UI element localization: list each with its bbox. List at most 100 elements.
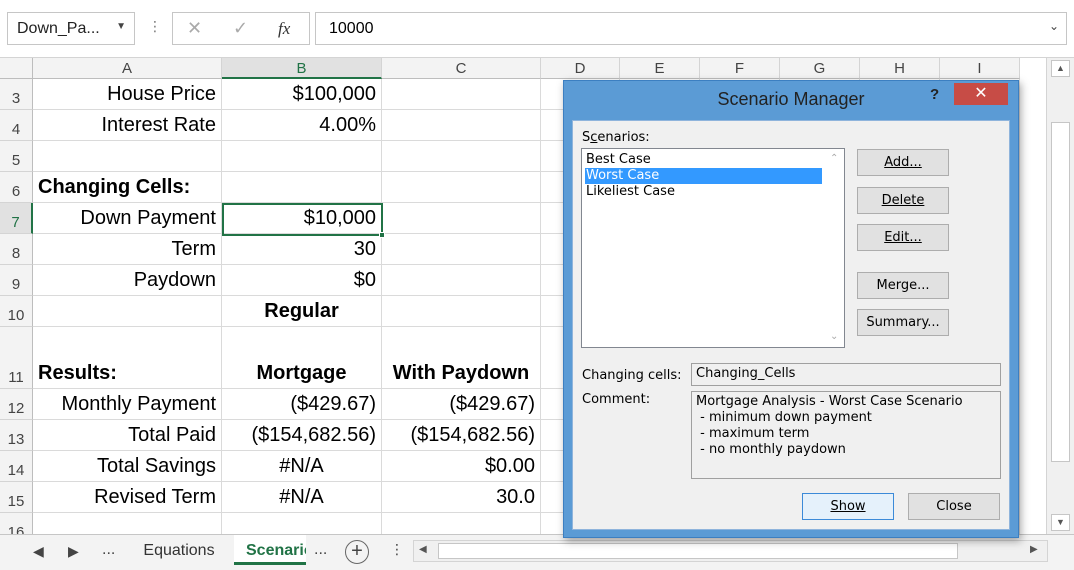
tab-equations[interactable]: Equations — [128, 535, 230, 565]
cell-a8[interactable]: Term — [33, 234, 222, 265]
cell-c14[interactable]: $0.00 — [382, 451, 541, 482]
scroll-down-icon[interactable]: ▼ — [1051, 514, 1070, 531]
merge-button[interactable]: Merge... — [857, 272, 949, 299]
row-header-12[interactable]: 12 — [0, 389, 33, 420]
cell-c9[interactable] — [382, 265, 541, 296]
cell-a11[interactable]: Results: — [33, 327, 222, 389]
cell-c8[interactable] — [382, 234, 541, 265]
cell-c7[interactable] — [382, 203, 541, 234]
cell-a3[interactable]: House Price — [33, 79, 222, 110]
tab-scenario[interactable]: Scenario — [234, 535, 306, 565]
cell-c13[interactable]: ($154,682.56) — [382, 420, 541, 451]
cell-c15[interactable]: 30.0 — [382, 482, 541, 513]
cell-b15[interactable]: #N/A — [222, 482, 382, 513]
show-button[interactable]: Show — [802, 493, 894, 520]
column-header-g[interactable]: G — [780, 58, 860, 79]
cell-b14[interactable]: #N/A — [222, 451, 382, 482]
summary-button[interactable]: Summary... — [857, 309, 949, 336]
tab-splitter-icon[interactable]: ⋮ — [390, 541, 404, 558]
row-header-6[interactable]: 6 — [0, 172, 33, 203]
name-box[interactable]: Down_Pa... ▼ — [7, 12, 135, 45]
chevron-down-icon[interactable]: ▼ — [116, 21, 126, 32]
cell-b12[interactable]: ($429.67) — [222, 389, 382, 420]
cell-b13[interactable]: ($154,682.56) — [222, 420, 382, 451]
more-sheets-right[interactable]: ... — [314, 541, 327, 559]
next-sheet-icon[interactable]: ▶ — [68, 543, 79, 560]
more-icon[interactable]: ⋮ — [148, 18, 162, 35]
cell-b9[interactable]: $0 — [222, 265, 382, 296]
column-header-a[interactable]: A — [33, 58, 222, 79]
delete-button[interactable]: Delete — [857, 187, 949, 214]
scroll-left-icon[interactable]: ◀ — [419, 544, 427, 555]
cell-b10[interactable]: Regular — [222, 296, 382, 327]
scenario-item[interactable]: Best Case — [585, 152, 822, 168]
scroll-up-icon[interactable]: ▲ — [1051, 60, 1070, 77]
cell-b11[interactable]: Mortgage — [222, 327, 382, 389]
comment-field[interactable]: Mortgage Analysis - Worst Case Scenario … — [691, 391, 1001, 479]
cell-a9[interactable]: Paydown — [33, 265, 222, 296]
row-header-7[interactable]: 7 — [0, 203, 33, 234]
column-header-b[interactable]: B — [222, 58, 382, 79]
column-header-c[interactable]: C — [382, 58, 541, 79]
cell-c5[interactable] — [382, 141, 541, 172]
row-header-16[interactable]: 16 — [0, 513, 33, 534]
cancel-icon[interactable]: ✕ — [187, 18, 202, 39]
select-all-corner[interactable] — [0, 58, 33, 79]
cell-a6[interactable]: Changing Cells: — [33, 172, 222, 203]
help-icon[interactable]: ? — [930, 86, 939, 103]
formula-input[interactable]: 10000 ⌄ — [315, 12, 1067, 45]
add-sheet-icon[interactable]: + — [345, 540, 369, 564]
cell-c16[interactable] — [382, 513, 541, 534]
row-header-3[interactable]: 3 — [0, 79, 33, 110]
chevron-down-icon[interactable]: ⌄ — [830, 331, 838, 342]
row-header-13[interactable]: 13 — [0, 420, 33, 451]
add-button[interactable]: Add... — [857, 149, 949, 176]
expand-formula-icon[interactable]: ⌄ — [1049, 19, 1059, 33]
edit-button[interactable]: Edit... — [857, 224, 949, 251]
scenarios-list[interactable]: Best Case Worst Case Likeliest Case ⌃ ⌄ — [581, 148, 845, 348]
more-sheets-left[interactable]: ... — [102, 541, 115, 559]
row-header-4[interactable]: 4 — [0, 110, 33, 141]
chevron-up-icon[interactable]: ⌃ — [830, 153, 838, 164]
cell-b8[interactable]: 30 — [222, 234, 382, 265]
row-header-9[interactable]: 9 — [0, 265, 33, 296]
close-button[interactable]: Close — [908, 493, 1000, 520]
column-header-h[interactable]: H — [860, 58, 940, 79]
cell-a12[interactable]: Monthly Payment — [33, 389, 222, 420]
cell-a7[interactable]: Down Payment — [33, 203, 222, 234]
cell-b5[interactable] — [222, 141, 382, 172]
row-header-15[interactable]: 15 — [0, 482, 33, 513]
cell-a14[interactable]: Total Savings — [33, 451, 222, 482]
fill-handle[interactable] — [379, 232, 385, 238]
enter-icon[interactable]: ✓ — [233, 18, 248, 39]
cell-b3[interactable]: $100,000 — [222, 79, 382, 110]
vertical-scrollbar[interactable]: ▲ ▼ — [1046, 58, 1074, 534]
row-header-10[interactable]: 10 — [0, 296, 33, 327]
cell-a13[interactable]: Total Paid — [33, 420, 222, 451]
scroll-right-icon[interactable]: ▶ — [1030, 544, 1038, 555]
prev-sheet-icon[interactable]: ◀ — [33, 543, 44, 560]
row-header-5[interactable]: 5 — [0, 141, 33, 172]
horizontal-scroll-thumb[interactable] — [438, 543, 958, 559]
cell-a4[interactable]: Interest Rate — [33, 110, 222, 141]
cell-a15[interactable]: Revised Term — [33, 482, 222, 513]
cell-b6[interactable] — [222, 172, 382, 203]
close-icon[interactable]: ✕ — [954, 83, 1008, 105]
insert-function-icon[interactable]: fx — [278, 19, 290, 39]
column-header-i[interactable]: I — [940, 58, 1020, 79]
cell-c3[interactable] — [382, 79, 541, 110]
cell-c10[interactable] — [382, 296, 541, 327]
cell-c6[interactable] — [382, 172, 541, 203]
list-scrollbar[interactable]: ⌃ ⌄ — [826, 149, 844, 347]
cell-b16[interactable] — [222, 513, 382, 534]
row-header-14[interactable]: 14 — [0, 451, 33, 482]
cell-a5[interactable] — [33, 141, 222, 172]
cell-c11[interactable]: With Paydown — [382, 327, 541, 389]
cell-c4[interactable] — [382, 110, 541, 141]
row-header-8[interactable]: 8 — [0, 234, 33, 265]
vertical-scroll-thumb[interactable] — [1051, 122, 1070, 462]
column-header-f[interactable]: F — [700, 58, 780, 79]
column-header-e[interactable]: E — [620, 58, 700, 79]
column-header-d[interactable]: D — [541, 58, 620, 79]
cell-a16[interactable] — [33, 513, 222, 534]
